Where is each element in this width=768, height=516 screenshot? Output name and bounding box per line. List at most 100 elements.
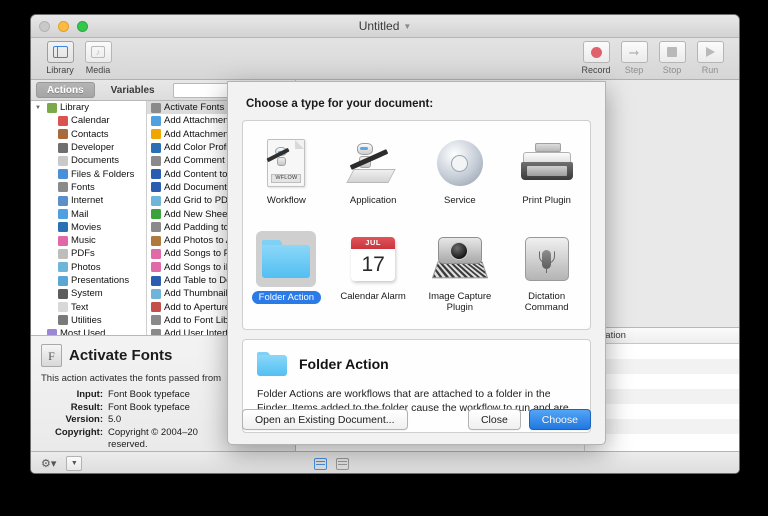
library-item[interactable]: Fonts bbox=[31, 181, 146, 194]
type-service[interactable]: Service bbox=[417, 129, 504, 225]
library-item-icon bbox=[58, 129, 68, 140]
open-existing-document-button[interactable]: Open an Existing Document... bbox=[242, 409, 408, 430]
library-item[interactable]: Internet bbox=[31, 194, 146, 207]
print-plugin-printer-icon bbox=[517, 135, 577, 191]
type-dictation-command[interactable]: Dictation Command bbox=[503, 225, 590, 321]
collapse-chevron-button[interactable]: ▼ bbox=[66, 456, 83, 471]
action-item-icon bbox=[151, 288, 161, 299]
library-item[interactable]: Music bbox=[31, 234, 146, 247]
library-item[interactable]: ▼ Library bbox=[31, 101, 146, 114]
action-item-icon bbox=[151, 262, 161, 273]
close-button[interactable]: Close bbox=[467, 409, 521, 430]
log-view-icon[interactable] bbox=[314, 457, 327, 470]
minimize-button[interactable] bbox=[58, 21, 69, 32]
library-item[interactable]: Text bbox=[31, 300, 146, 313]
media-button-face[interactable]: ♪ bbox=[84, 41, 112, 63]
type-folder-action[interactable]: Folder Action bbox=[243, 225, 330, 321]
library-item-icon bbox=[47, 102, 57, 113]
info-field-value: Font Book typeface bbox=[108, 389, 190, 400]
library-item-label: Music bbox=[71, 235, 96, 247]
library-category-list[interactable]: ▼ Library Calendar Contacts Developer Documen… bbox=[31, 101, 147, 335]
library-item-icon bbox=[58, 155, 68, 166]
library-item-label: Presentations bbox=[71, 275, 130, 286]
library-item[interactable]: Files & Folders bbox=[31, 167, 146, 180]
tab-variables[interactable]: Variables bbox=[101, 83, 165, 97]
type-image-capture-plugin[interactable]: Image Capture Plugin bbox=[417, 225, 504, 321]
gear-icon[interactable]: ⚙▾ bbox=[41, 457, 56, 470]
zoom-button[interactable] bbox=[77, 21, 88, 32]
library-item[interactable]: Presentations bbox=[31, 274, 146, 287]
step-button-face[interactable]: ➞ bbox=[620, 41, 648, 63]
type-service-label: Service bbox=[444, 195, 476, 206]
calendar-alarm-icon: JUL 17 bbox=[343, 231, 403, 287]
toolbar-library-button[interactable]: Library bbox=[41, 41, 79, 75]
type-workflow-label: Workflow bbox=[266, 195, 306, 206]
run-button-face[interactable] bbox=[696, 41, 724, 63]
info-field-key bbox=[41, 439, 103, 452]
library-item-icon bbox=[58, 169, 68, 180]
choose-button[interactable]: Choose bbox=[528, 409, 591, 430]
type-calendar-alarm[interactable]: JUL 17 Calendar Alarm bbox=[330, 225, 417, 321]
step-arrow-icon: ➞ bbox=[628, 44, 640, 60]
library-item[interactable]: PDFs bbox=[31, 247, 146, 260]
tab-actions[interactable]: Actions bbox=[36, 82, 95, 98]
table-view-icon[interactable] bbox=[336, 457, 349, 470]
library-item[interactable]: Utilities bbox=[31, 314, 146, 327]
library-item-label: Internet bbox=[71, 195, 104, 207]
type-description-title: Folder Action bbox=[299, 356, 389, 372]
title-chevron-down-icon[interactable]: ▼ bbox=[403, 22, 411, 31]
library-item-icon bbox=[58, 302, 68, 313]
stop-button-label: Stop bbox=[662, 65, 682, 75]
library-item-icon bbox=[58, 209, 68, 220]
toolbar-step-button[interactable]: ➞ Step bbox=[615, 41, 653, 75]
toolbar-media-button[interactable]: ♪ Media bbox=[79, 41, 117, 75]
library-item-icon bbox=[58, 182, 68, 193]
close-button[interactable] bbox=[39, 21, 50, 32]
action-item-icon bbox=[151, 155, 161, 166]
library-item[interactable]: Calendar bbox=[31, 114, 146, 127]
library-item[interactable]: Most Used bbox=[31, 327, 146, 335]
type-print-plugin-label: Print Plugin bbox=[522, 195, 571, 206]
action-item-label: Add Documents bbox=[164, 181, 232, 193]
workflow-badge-label: WFLOW bbox=[271, 174, 302, 183]
record-button-face[interactable] bbox=[582, 41, 610, 63]
bottom-left-controls: ⚙▾ ▼ bbox=[41, 456, 83, 471]
library-item[interactable]: Developer bbox=[31, 141, 146, 154]
type-print-plugin[interactable]: Print Plugin bbox=[503, 129, 590, 225]
step-button-label: Step bbox=[624, 65, 644, 75]
toolbar-run-button[interactable]: Run bbox=[691, 41, 729, 75]
action-item-label: Add Color Profile bbox=[164, 142, 236, 154]
action-item-icon bbox=[151, 195, 161, 206]
library-item-icon bbox=[58, 235, 68, 246]
window-controls[interactable] bbox=[39, 21, 88, 32]
library-item-label: System bbox=[71, 288, 103, 300]
run-button-label: Run bbox=[701, 65, 719, 75]
library-button-face[interactable] bbox=[46, 41, 74, 63]
stop-button-face[interactable] bbox=[658, 41, 686, 63]
action-item-icon bbox=[151, 302, 161, 313]
action-item-icon bbox=[151, 169, 161, 180]
library-item-icon bbox=[58, 248, 68, 259]
type-dictation-command-label: Dictation Command bbox=[524, 291, 569, 313]
library-item[interactable]: Photos bbox=[31, 261, 146, 274]
toolbar-record-button[interactable]: Record bbox=[577, 41, 615, 75]
action-item-label: Activate Fonts bbox=[164, 102, 225, 114]
action-item-icon bbox=[151, 182, 161, 193]
type-workflow[interactable]: WFLOW Workflow bbox=[243, 129, 330, 225]
library-item[interactable]: Documents bbox=[31, 154, 146, 167]
window-title: Untitled ▼ bbox=[31, 15, 739, 38]
toolbar-stop-button[interactable]: Stop bbox=[653, 41, 691, 75]
library-item[interactable]: Mail bbox=[31, 207, 146, 220]
view-mode-toggles bbox=[314, 457, 349, 470]
document-type-grid: WFLOW Workflow Application Service Print… bbox=[242, 120, 591, 330]
library-item[interactable]: Movies bbox=[31, 221, 146, 234]
library-icon bbox=[52, 46, 68, 58]
window-titlebar[interactable]: Untitled ▼ bbox=[31, 15, 739, 38]
log-column-duration[interactable]: Duration bbox=[584, 328, 739, 343]
media-note-icon: ♪ bbox=[91, 46, 105, 58]
disclosure-triangle-icon[interactable]: ▼ bbox=[35, 105, 41, 111]
library-item[interactable]: Contacts bbox=[31, 128, 146, 141]
toolbar-right-group: Record ➞ Step Stop Run bbox=[577, 41, 729, 75]
type-application[interactable]: Application bbox=[330, 129, 417, 225]
library-item[interactable]: System bbox=[31, 287, 146, 300]
